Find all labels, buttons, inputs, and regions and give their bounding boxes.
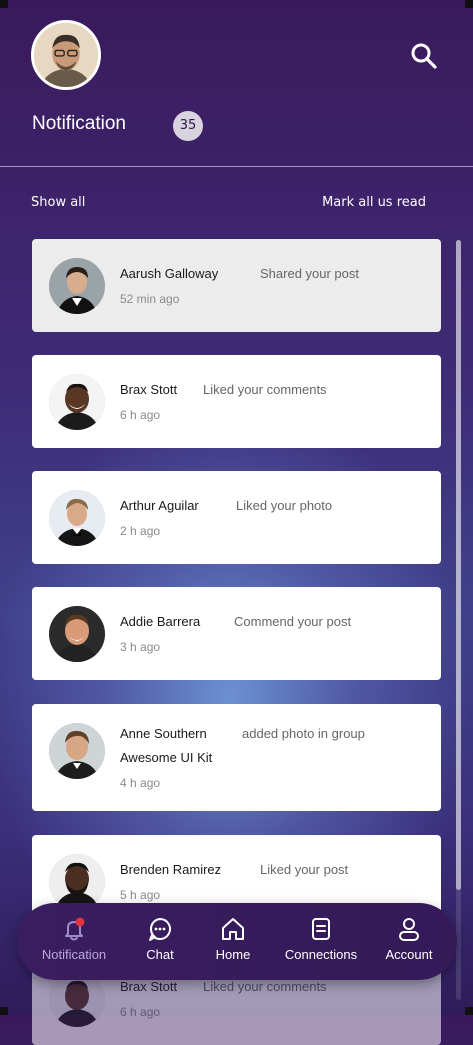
avatar (49, 374, 105, 430)
notification-time: 52 min ago (120, 292, 180, 306)
nav-label: Notification (41, 947, 107, 962)
nav-label: Connections (284, 947, 358, 962)
nav-item-notification[interactable]: Notification (31, 915, 117, 962)
notification-time: 3 h ago (120, 640, 161, 654)
notification-action: added photo in group (242, 726, 365, 741)
avatar (49, 723, 105, 779)
nav-label: Account (385, 947, 433, 962)
bottom-nav: Notification Chat Home Connections Accou… (17, 903, 457, 980)
notification-action: Liked your comments (203, 382, 327, 397)
bell-icon (65, 917, 85, 941)
notification-time: 6 h ago (120, 1005, 161, 1019)
search-button[interactable] (408, 40, 440, 72)
notification-action: Liked your post (260, 862, 349, 877)
page-title: Notification (32, 113, 126, 134)
account-icon (399, 918, 419, 941)
corner-mark (465, 1007, 473, 1015)
search-icon (411, 43, 437, 69)
notification-card[interactable]: Aarush Galloway Shared your post 52 min … (32, 239, 441, 332)
chat-icon (149, 918, 171, 941)
profile-avatar[interactable] (31, 20, 101, 90)
avatar (49, 854, 105, 910)
notification-card[interactable]: Brax Stott Liked your comments 6 h ago (32, 355, 441, 448)
notification-time: 2 h ago (120, 524, 161, 538)
notification-action: Liked your photo (236, 498, 333, 513)
sender-name: Addie Barrera (120, 614, 201, 629)
nav-item-connections[interactable]: Connections (278, 915, 364, 962)
notification-action-detail: Awesome UI Kit (120, 750, 213, 765)
sender-name: Aarush Galloway (120, 266, 219, 281)
scrollbar-thumb[interactable] (456, 240, 461, 890)
sender-name: Brax Stott (120, 382, 178, 397)
nav-item-account[interactable]: Account (366, 915, 452, 962)
sender-name: Brax Stott (120, 979, 178, 994)
notification-card[interactable]: Addie Barrera Commend your post 3 h ago (32, 587, 441, 680)
nav-label: Home (215, 947, 251, 962)
home-icon (222, 918, 244, 940)
notification-count-badge: 35 (173, 111, 203, 141)
header: Notification 35 (0, 0, 473, 168)
header-divider (0, 166, 473, 167)
sender-name: Anne Southern (120, 726, 207, 741)
sender-name: Brenden Ramirez (120, 862, 222, 877)
notification-card[interactable]: Arthur Aguilar Liked your photo 2 h ago (32, 471, 441, 564)
notification-card[interactable]: Anne Southern added photo in group Aweso… (32, 704, 441, 811)
notification-action: Commend your post (234, 614, 352, 629)
mark-all-read-link[interactable]: Mark all us read (322, 195, 426, 210)
nav-item-home[interactable]: Home (190, 915, 276, 962)
sender-name: Arthur Aguilar (120, 498, 199, 513)
notification-action: Shared your post (260, 266, 360, 281)
avatar (49, 606, 105, 662)
notification-action: Liked your comments (203, 979, 327, 994)
avatar (49, 258, 105, 314)
connections-icon (312, 918, 330, 940)
notification-time: 5 h ago (120, 888, 161, 902)
notification-time: 4 h ago (120, 776, 161, 790)
avatar (49, 490, 105, 546)
notification-time: 6 h ago (120, 408, 161, 422)
avatar-image (34, 23, 98, 87)
show-all-link[interactable]: Show all (31, 195, 85, 210)
corner-mark (0, 1007, 8, 1015)
